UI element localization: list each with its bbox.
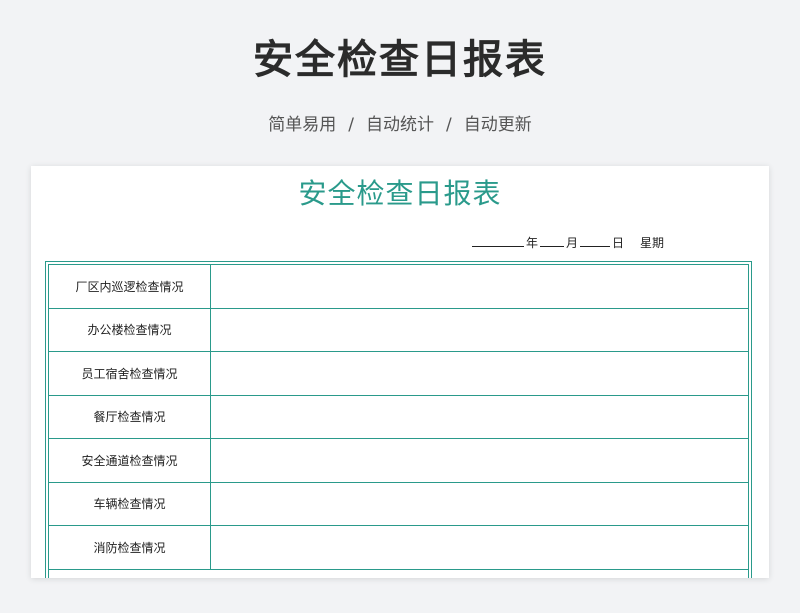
date-line: 年 月 日 星期 [472,234,664,252]
row-value-cell[interactable] [211,526,748,569]
day-blank[interactable] [580,234,611,247]
month-blank[interactable] [540,234,565,247]
report-sheet: 安全检查日报表 年 月 日 星期 厂区内巡逻检查情况 办公楼检查情况 员工宿舍检查情况… [31,166,769,578]
inspection-table-frame: 厂区内巡逻检查情况 办公楼检查情况 员工宿舍检查情况 餐厅检查情况 安全通道检查… [45,261,752,578]
table-row: 消防检查情况 [49,526,748,570]
table-row: 员工宿舍检查情况 [49,352,748,396]
subtitle-separator: / [348,115,354,135]
inspection-table: 厂区内巡逻检查情况 办公楼检查情况 员工宿舍检查情况 餐厅检查情况 安全通道检查… [48,264,749,578]
subtitle-item: 简单易用 [268,115,337,135]
table-row: 办公楼检查情况 [49,308,748,352]
year-label: 年 [526,236,539,250]
year-blank[interactable] [472,234,524,247]
row-label: 安全通道检查情况 [49,439,211,482]
row-value-cell[interactable] [211,309,748,352]
table-row: 厂区内巡逻检查情况 [49,265,748,309]
page-title: 安全检查日报表 [253,37,547,83]
table-row: 安全通道检查情况 [49,439,748,483]
month-label: 月 [566,236,579,250]
row-label: 厂区内巡逻检查情况 [49,265,211,308]
subtitle-item: 自动更新 [463,115,532,135]
day-label: 日 [612,236,625,250]
row-value-cell[interactable] [211,352,748,395]
row-label: 办公楼检查情况 [49,308,211,351]
row-value-cell[interactable] [211,396,748,439]
row-value-cell[interactable] [211,439,748,482]
sheet-title: 安全检查日报表 [298,177,502,210]
subtitle-item: 自动统计 [366,115,434,135]
subtitle-separator: / [446,115,452,135]
subtitle: 简单易用 / 自动统计 / 自动更新 [0,112,800,138]
table-row: 餐厅检查情况 [49,395,748,439]
row-label: 车辆检查情况 [49,482,211,525]
row-label: 消防检查情况 [49,526,211,569]
row-label: 员工宿舍检查情况 [49,352,211,395]
row-label: 餐厅检查情况 [49,395,211,438]
row-value-cell[interactable] [211,265,748,308]
table-row: 车辆检查情况 [49,482,748,526]
row-value-cell[interactable] [211,483,748,526]
week-label: 星期 [640,236,665,250]
